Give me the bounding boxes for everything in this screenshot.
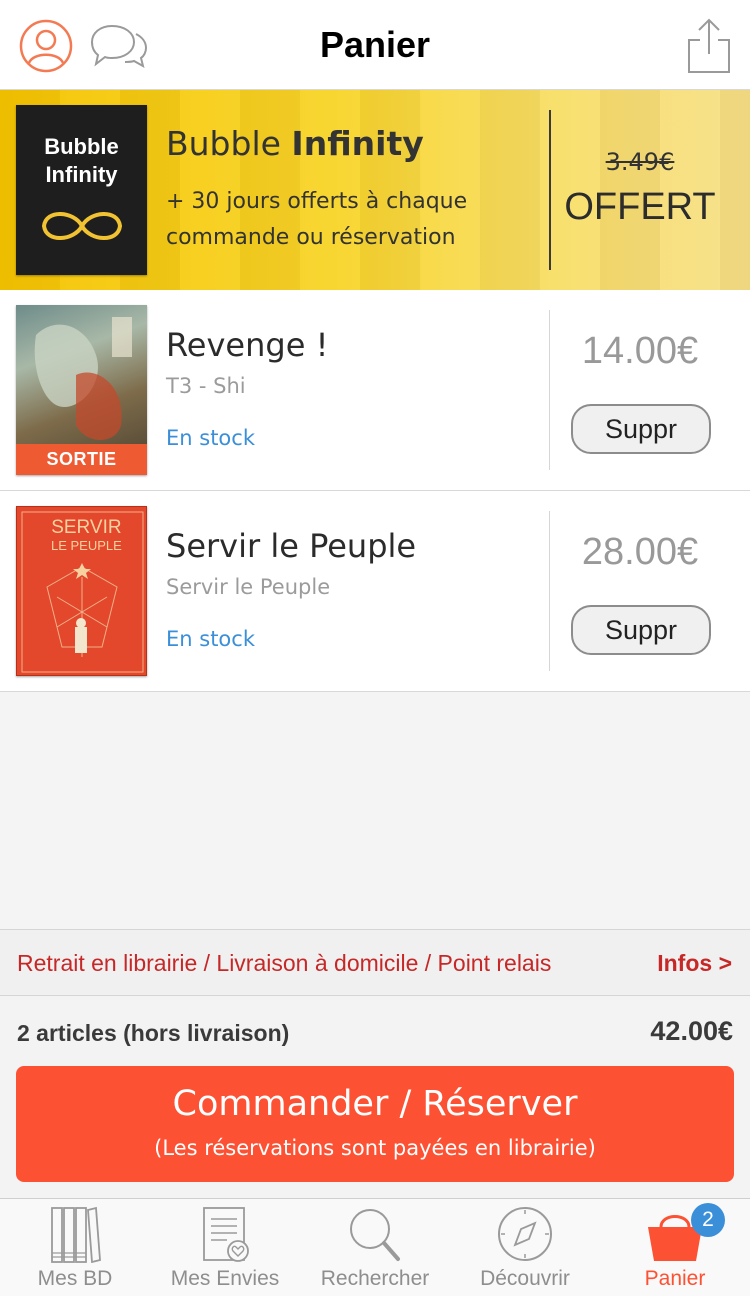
item-title: Revenge ! xyxy=(166,326,329,364)
offert-label: OFFERT xyxy=(564,186,716,228)
item-cover: SERVIR LE PEUPLE xyxy=(16,506,147,676)
tab-mes-envies[interactable]: Mes Envies xyxy=(150,1199,300,1296)
item-title: Servir le Peuple xyxy=(166,527,417,565)
wishlist-icon xyxy=(194,1205,256,1263)
order-button[interactable]: Commander / Réserver (Les réservations s… xyxy=(16,1066,734,1182)
item-subtitle: T3 - Shi xyxy=(166,374,246,398)
old-price: 3.49€ xyxy=(605,148,675,176)
item-subtitle: Servir le Peuple xyxy=(166,575,331,599)
order-button-label: Commander / Réserver xyxy=(172,1084,578,1124)
divider xyxy=(549,110,551,270)
delivery-options-text[interactable]: Retrait en librairie / Livraison à domic… xyxy=(17,950,551,977)
tab-label: Découvrir xyxy=(480,1267,570,1290)
books-icon xyxy=(44,1205,106,1264)
order-button-sublabel: (Les réservations sont payées en librair… xyxy=(154,1136,596,1160)
share-icon xyxy=(688,18,730,73)
tab-bar: Mes BD Mes Envies Rechercher Découvrir 2… xyxy=(0,1198,750,1296)
stock-status: En stock xyxy=(166,627,255,651)
tab-label: Panier xyxy=(644,1267,706,1290)
item-price: 14.00€ xyxy=(581,330,699,372)
promo-cover: Bubble Infinity xyxy=(16,105,147,275)
tab-label: Mes Envies xyxy=(170,1267,280,1290)
tab-panier[interactable]: 2 Panier xyxy=(600,1199,750,1296)
share-button[interactable] xyxy=(684,18,734,74)
infinity-icon xyxy=(41,212,123,240)
divider xyxy=(549,511,550,671)
cart-item[interactable]: SORTIE Revenge ! T3 - Shi En stock 14.00… xyxy=(0,290,750,491)
infos-link[interactable]: Infos > xyxy=(657,950,732,977)
header: Panier xyxy=(0,0,750,90)
tab-mes-bd[interactable]: Mes BD xyxy=(0,1199,150,1296)
cover-illustration xyxy=(21,511,144,673)
release-badge: SORTIE xyxy=(16,444,147,475)
divider xyxy=(549,310,550,470)
tab-rechercher[interactable]: Rechercher xyxy=(300,1199,450,1296)
tab-label: Rechercher xyxy=(320,1267,430,1290)
cart-item[interactable]: SERVIR LE PEUPLE Servir le Peuple Servir… xyxy=(0,491,750,692)
promo-description: + 30 jours offerts à chaque commande ou … xyxy=(166,189,468,250)
item-cover: SORTIE xyxy=(16,305,147,475)
search-icon xyxy=(344,1205,406,1263)
remove-button[interactable]: Suppr xyxy=(571,605,711,655)
promo-row[interactable]: Bubble Infinity Bubble Infinity + 30 jou… xyxy=(0,90,750,290)
page-title: Panier xyxy=(319,24,431,65)
compass-icon xyxy=(494,1205,556,1263)
item-price: 28.00€ xyxy=(581,531,699,573)
delivery-bar[interactable]: Retrait en librairie / Livraison à domic… xyxy=(0,929,750,996)
total-price: 42.00€ xyxy=(650,1016,733,1046)
article-count: 2 articles (hors livraison) xyxy=(17,1020,290,1046)
promo-cover-title: Bubble Infinity xyxy=(44,134,119,187)
order-summary: 2 articles (hors livraison) 42.00€ Comma… xyxy=(0,996,750,1198)
tab-decouvrir[interactable]: Découvrir xyxy=(450,1199,600,1296)
cart-count-badge: 2 xyxy=(691,1203,725,1237)
tab-label: Mes BD xyxy=(37,1267,113,1290)
remove-button[interactable]: Suppr xyxy=(571,404,711,454)
promo-title: Bubble Infinity xyxy=(166,124,424,163)
stock-status: En stock xyxy=(166,426,255,450)
